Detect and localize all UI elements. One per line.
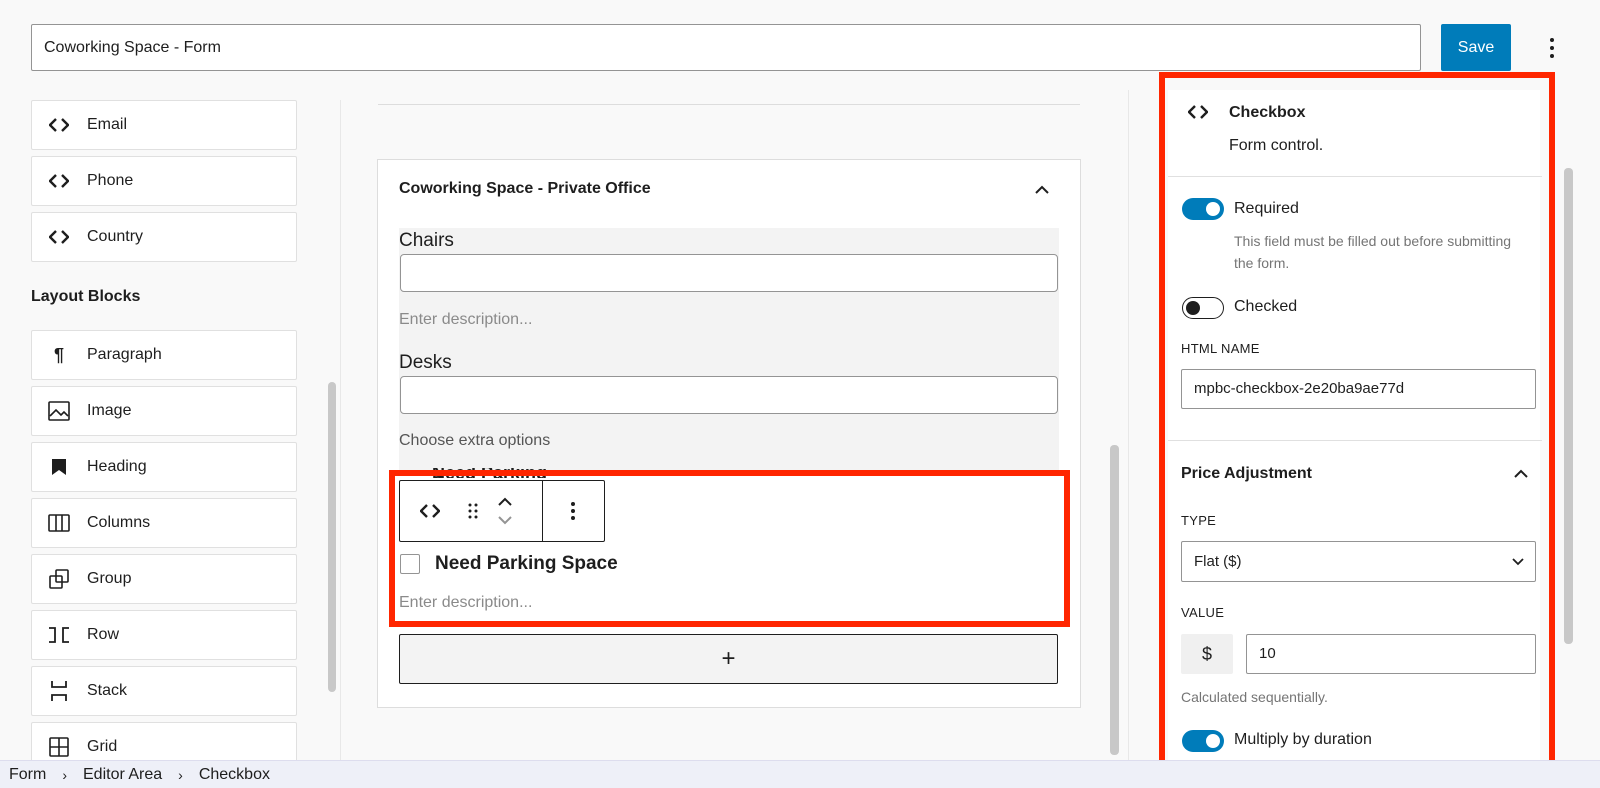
paragraph-icon: ¶ bbox=[53, 344, 64, 365]
block-item-label: Paragraph bbox=[87, 346, 162, 363]
block-item-country[interactable]: Country bbox=[31, 212, 297, 262]
breadcrumb: Form › Editor Area › Checkbox bbox=[0, 760, 1600, 788]
columns-icon bbox=[48, 512, 70, 534]
block-item-image[interactable]: Image bbox=[31, 386, 297, 436]
chairs-input[interactable] bbox=[400, 254, 1058, 292]
image-icon bbox=[48, 400, 70, 422]
block-item-label: Heading bbox=[87, 458, 147, 475]
block-item-group[interactable]: Group bbox=[31, 554, 297, 604]
block-item-label: Country bbox=[87, 228, 144, 245]
block-item-label: Row bbox=[87, 626, 120, 643]
block-item-heading[interactable]: Heading bbox=[31, 442, 297, 492]
canvas-separator bbox=[378, 104, 1080, 105]
stack-icon bbox=[48, 680, 70, 702]
code-icon bbox=[48, 114, 70, 136]
breadcrumb-item-checkbox[interactable]: Checkbox bbox=[199, 766, 270, 784]
left-divider bbox=[340, 100, 341, 760]
save-button[interactable]: Save bbox=[1441, 24, 1511, 71]
row-icon bbox=[48, 624, 70, 646]
plus-icon: + bbox=[721, 645, 736, 672]
desks-label: Desks bbox=[399, 352, 452, 373]
bookmark-icon bbox=[48, 456, 70, 478]
group-icon bbox=[48, 568, 70, 590]
code-icon bbox=[48, 226, 70, 248]
add-block-button[interactable]: + bbox=[399, 634, 1058, 684]
code-icon bbox=[48, 170, 70, 192]
section-title: Coworking Space - Private Office bbox=[399, 180, 651, 197]
grid-icon bbox=[48, 736, 70, 758]
highlight-inspector bbox=[1159, 72, 1555, 772]
block-item-label: Email bbox=[87, 116, 128, 133]
left-scrollbar[interactable] bbox=[328, 382, 336, 692]
highlight-selected-block bbox=[389, 470, 1070, 627]
chevron-up-icon bbox=[1035, 185, 1049, 194]
block-item-label: Stack bbox=[87, 682, 128, 699]
inspector-divider bbox=[1128, 90, 1129, 760]
block-item-label: Grid bbox=[87, 738, 118, 755]
inspector-scrollbar[interactable] bbox=[1564, 168, 1573, 644]
block-item-row[interactable]: Row bbox=[31, 610, 297, 660]
chairs-description[interactable]: Enter description... bbox=[399, 311, 532, 329]
desks-input[interactable] bbox=[400, 376, 1058, 414]
breadcrumb-item-form[interactable]: Form bbox=[9, 766, 46, 784]
block-item-label: Image bbox=[87, 402, 132, 419]
layout-blocks-heading: Layout Blocks bbox=[31, 288, 141, 305]
collapse-section-button[interactable] bbox=[1030, 178, 1054, 202]
block-item-paragraph[interactable]: ¶ Paragraph bbox=[31, 330, 297, 380]
block-item-stack[interactable]: Stack bbox=[31, 666, 297, 716]
more-options-button[interactable] bbox=[1540, 32, 1564, 64]
chevron-right-icon: › bbox=[62, 766, 67, 783]
block-item-email[interactable]: Email bbox=[31, 100, 297, 150]
chevron-right-icon: › bbox=[178, 766, 183, 783]
block-item-phone[interactable]: Phone bbox=[31, 156, 297, 206]
block-item-label: Phone bbox=[87, 172, 134, 189]
block-item-label: Columns bbox=[87, 514, 151, 531]
vertical-ellipsis-icon bbox=[1550, 38, 1554, 58]
breadcrumb-item-editor-area[interactable]: Editor Area bbox=[83, 766, 162, 784]
block-item-label: Group bbox=[87, 570, 132, 587]
block-item-columns[interactable]: Columns bbox=[31, 498, 297, 548]
canvas-scrollbar[interactable] bbox=[1110, 445, 1119, 755]
chairs-label: Chairs bbox=[399, 230, 454, 251]
extra-options-label: Choose extra options bbox=[399, 432, 551, 449]
form-title-input[interactable]: Coworking Space - Form bbox=[31, 24, 1421, 71]
